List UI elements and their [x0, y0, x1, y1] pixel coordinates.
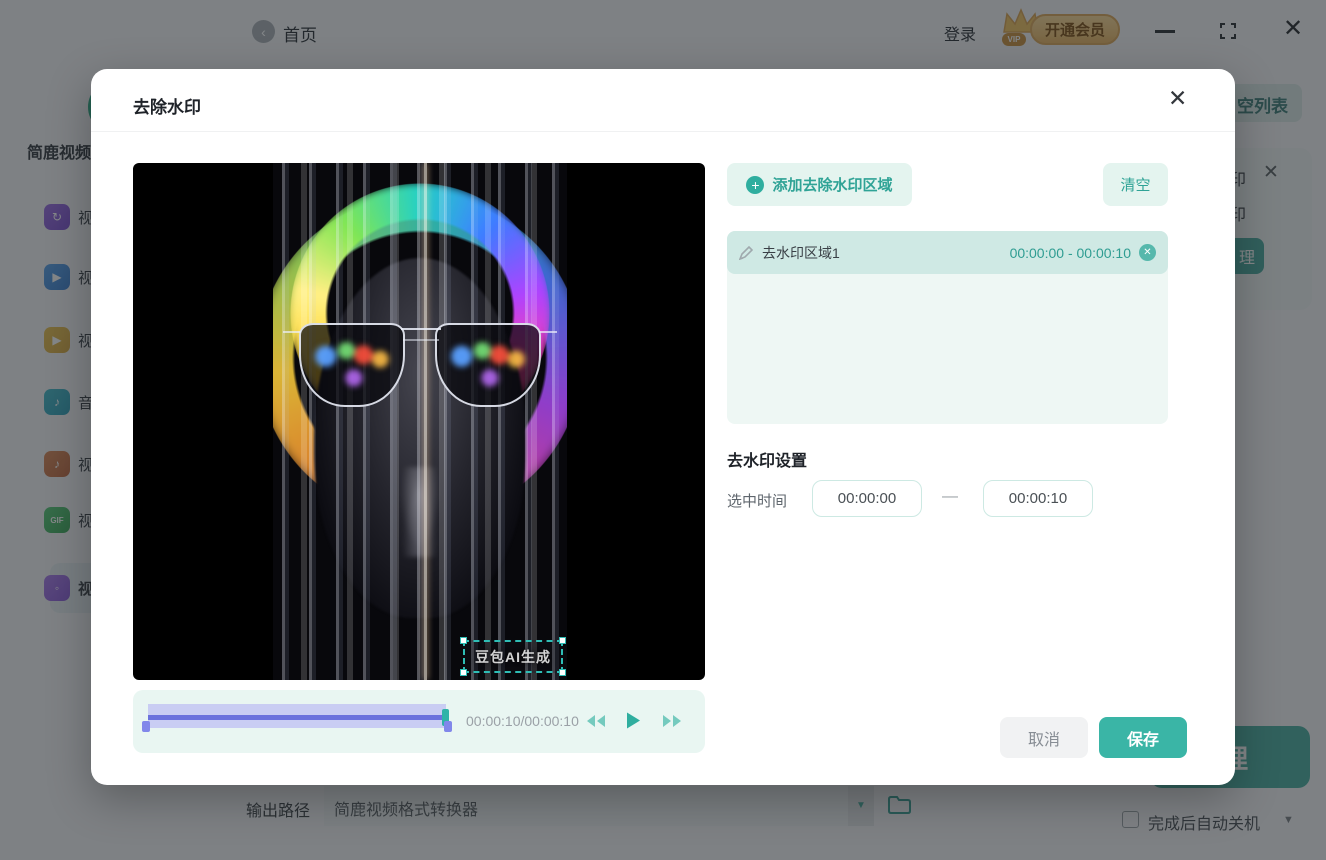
region-delete-icon[interactable]: ✕ — [1139, 244, 1156, 261]
trim-handle-left[interactable] — [142, 721, 150, 732]
add-watermark-area-button[interactable]: + 添加去除水印区域 — [727, 163, 912, 206]
glass-stripes-2 — [278, 163, 567, 680]
sunglasses-temple-left — [283, 331, 301, 339]
region-list-panel: 去水印区域1 00:00:00 - 00:00:10 ✕ — [727, 231, 1168, 424]
selection-handle[interactable] — [559, 637, 566, 644]
add-area-label: 添加去除水印区域 — [772, 177, 893, 194]
sunglasses-bridge-bar — [403, 339, 439, 341]
watermark-selection-box[interactable]: 豆包AI生成 — [460, 637, 566, 676]
region-row[interactable]: 去水印区域1 00:00:00 - 00:00:10 ✕ — [727, 231, 1168, 274]
playback-time: 00:00:10/00:00:10 — [466, 713, 579, 729]
selection-handle[interactable] — [460, 669, 467, 676]
app-window: ‹ 首页 登录 VIP 开通会员 ✕ 简鹿视频 ↻ 视 ▶ 视 ▶ 视 — [0, 0, 1326, 860]
video-preview: 豆包AI生成 — [133, 163, 705, 680]
edit-pencil-icon[interactable] — [739, 245, 753, 260]
sunglasses-temple-right — [539, 331, 557, 339]
header-divider — [91, 131, 1235, 132]
end-time-input[interactable] — [983, 480, 1093, 517]
selection-handle[interactable] — [460, 637, 467, 644]
video-frame — [273, 163, 567, 680]
start-time-input[interactable] — [812, 480, 922, 517]
dialog-title: 去除水印 — [133, 98, 201, 117]
timeline-progress — [148, 715, 446, 720]
save-button[interactable]: 保存 — [1099, 717, 1187, 758]
rewind-icon[interactable] — [585, 713, 607, 729]
settings-title: 去水印设置 — [727, 453, 808, 470]
selection-handle[interactable] — [559, 669, 566, 676]
trim-handle-right[interactable] — [444, 721, 452, 732]
remove-watermark-dialog: 去除水印 ✕ 豆包AI生成 00:00:10/00:00:10 + 添加去除水印… — [91, 69, 1235, 785]
play-icon[interactable] — [625, 711, 641, 730]
time-range-dash: — — [942, 488, 958, 505]
player-bar: 00:00:10/00:00:10 — [133, 690, 705, 753]
center-stripe — [424, 163, 427, 680]
region-name: 去水印区域1 — [762, 244, 840, 261]
watermark-text: 豆包AI生成 — [475, 648, 551, 665]
selected-time-label: 选中时间 — [727, 493, 788, 510]
clear-button[interactable]: 清空 — [1103, 163, 1168, 206]
fast-forward-icon[interactable] — [661, 713, 683, 729]
plus-icon: + — [746, 175, 765, 194]
cancel-button[interactable]: 取消 — [1000, 717, 1088, 758]
sunglasses-bridge — [401, 328, 441, 336]
region-time-range: 00:00:00 - 00:00:10 — [1009, 244, 1131, 261]
dialog-close-icon[interactable]: ✕ — [1168, 87, 1187, 110]
